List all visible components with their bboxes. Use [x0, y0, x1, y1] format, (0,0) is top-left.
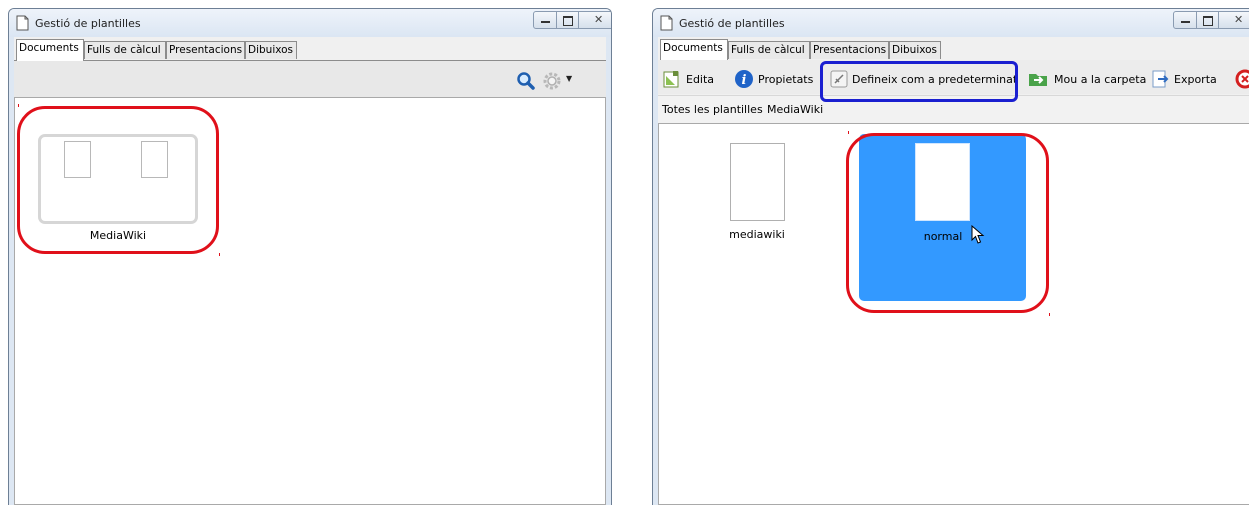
tab-presentations[interactable]: Presentacions — [810, 41, 889, 59]
search-icon[interactable] — [516, 71, 536, 94]
svg-text:i: i — [742, 73, 747, 88]
delete-button[interactable] — [1235, 69, 1249, 89]
move-to-folder-label: Mou a la carpeta — [1054, 72, 1147, 86]
edit-label: Edita — [686, 72, 715, 86]
page-preview — [730, 143, 785, 221]
tab-spreadsheets[interactable]: Fulls de càlcul — [728, 41, 810, 59]
delete-icon — [1235, 69, 1249, 89]
properties-label: Propietats — [758, 72, 814, 86]
close-button[interactable]: ✕ — [1219, 11, 1249, 29]
export-button[interactable]: Exporta — [1151, 69, 1217, 89]
window-title: Gestió de plantilles — [35, 17, 141, 30]
tab-presentations[interactable]: Presentacions — [166, 41, 245, 59]
export-label: Exporta — [1174, 72, 1217, 86]
tab-drawings[interactable]: Dibuixos — [245, 41, 297, 59]
edit-button[interactable]: Edita — [663, 69, 714, 89]
chevron-down-icon[interactable]: ▼ — [566, 74, 572, 83]
gear-icon[interactable] — [542, 71, 562, 94]
highlight-mark — [219, 253, 220, 256]
info-icon: i — [735, 70, 753, 88]
move-folder-icon — [1029, 74, 1047, 86]
highlight-circle — [17, 106, 219, 254]
maximize-icon — [1203, 16, 1213, 26]
document-icon — [660, 15, 673, 34]
maximize-button[interactable] — [557, 11, 579, 29]
window-title: Gestió de plantilles — [679, 17, 785, 30]
maximize-button[interactable] — [1197, 11, 1219, 29]
tab-spreadsheets[interactable]: Fulls de càlcul — [84, 41, 166, 59]
close-icon: ✕ — [594, 13, 604, 26]
minimize-button[interactable] — [1173, 11, 1197, 29]
highlight-mark — [18, 104, 19, 107]
move-to-folder-button[interactable]: Mou a la carpeta ▼ — [1028, 69, 1160, 89]
maximize-icon — [563, 16, 573, 26]
tab-bar: Documents Fulls de càlcul Presentacions … — [14, 39, 606, 61]
minimize-icon — [541, 21, 550, 23]
highlight-mark — [848, 131, 849, 134]
template-label: mediawiki — [729, 228, 785, 241]
minimize-icon — [1181, 21, 1190, 23]
highlight-box — [820, 61, 1018, 102]
tab-bar: Documents Fulls de càlcul Presentacions … — [658, 39, 1249, 61]
close-button[interactable]: ✕ — [579, 11, 611, 29]
title-bar[interactable]: Gestió de plantilles ✕ — [9, 9, 611, 37]
highlight-circle — [846, 133, 1049, 313]
edit-icon — [663, 70, 679, 87]
export-icon — [1152, 70, 1169, 87]
title-bar[interactable]: Gestió de plantilles ✕ — [653, 9, 1249, 37]
tab-drawings[interactable]: Dibuixos — [889, 41, 941, 59]
highlight-mark — [1049, 313, 1050, 316]
breadcrumb-all-templates[interactable]: Totes les plantilles — [662, 103, 763, 116]
tab-documents[interactable]: Documents — [16, 39, 84, 61]
tab-documents[interactable]: Documents — [660, 39, 728, 61]
toolbar: ▼ — [14, 61, 606, 98]
properties-button[interactable]: i Propietats — [734, 69, 813, 89]
minimize-button[interactable] — [533, 11, 557, 29]
document-icon — [16, 15, 29, 34]
breadcrumb-mediawiki[interactable]: MediaWiki — [767, 103, 823, 116]
template-mediawiki[interactable] — [730, 143, 785, 221]
template-manager-window-left: Gestió de plantilles ✕ Documents Fulls d… — [8, 8, 612, 505]
close-icon: ✕ — [1234, 13, 1244, 26]
